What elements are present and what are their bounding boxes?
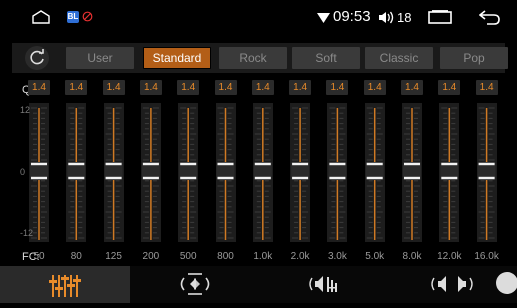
scale-top: 12 <box>20 105 31 115</box>
q-value[interactable]: 1.4 <box>139 80 162 95</box>
slider-track-bg[interactable] <box>402 103 422 242</box>
preset-pop-button[interactable]: Pop <box>440 47 508 69</box>
scale-mid: 0 <box>20 167 26 177</box>
slider-track-bg[interactable] <box>215 103 236 242</box>
tab-balance[interactable] <box>260 266 390 303</box>
frequency-label: 2.0k <box>290 251 310 262</box>
q-value[interactable]: 1.4 <box>326 80 349 95</box>
slider-track-bg[interactable] <box>476 103 497 242</box>
floating-home-button[interactable] <box>496 272 517 294</box>
frequency-label: 12.0k <box>437 251 462 262</box>
slider-track-bg[interactable] <box>103 103 124 242</box>
bottom-nav <box>0 266 517 303</box>
frequency-label: 200 <box>142 251 160 262</box>
wifi-icon <box>317 13 330 23</box>
equalizer-icon <box>49 275 81 297</box>
scale-bottom: -12 <box>20 228 34 238</box>
recent-apps-icon[interactable] <box>428 10 452 24</box>
q-value[interactable]: 1.4 <box>438 80 461 95</box>
frequency-label: 16.0k <box>474 251 499 262</box>
no-signal-icon <box>82 11 93 22</box>
clock: 09:53 <box>333 8 371 25</box>
preset-standard-button[interactable]: Standard <box>143 47 211 69</box>
slider-track-bg[interactable] <box>327 103 348 242</box>
q-value[interactable]: 1.4 <box>177 80 200 95</box>
speaker-balance-icon <box>309 276 337 292</box>
tab-surround[interactable] <box>130 266 260 303</box>
q-value[interactable]: 1.4 <box>251 80 274 95</box>
frequency-label: 80 <box>70 251 82 262</box>
q-value[interactable]: 1.4 <box>475 80 498 95</box>
surround-icon <box>180 273 210 295</box>
q-value[interactable]: 1.4 <box>65 80 88 95</box>
slider-track-bg[interactable] <box>29 103 49 242</box>
frequency-label: 1.0k <box>253 251 273 262</box>
home-icon[interactable] <box>32 10 50 24</box>
q-value[interactable]: 1.4 <box>102 80 125 95</box>
frequency-label: 8.0k <box>402 251 422 262</box>
preset-soft-button[interactable]: Soft <box>292 47 360 69</box>
frequency-label: 125 <box>105 251 122 262</box>
reset-button[interactable] <box>25 46 49 70</box>
frequency-label: 5.0k <box>365 251 385 262</box>
preset-classic-button[interactable]: Classic <box>365 47 433 69</box>
tab-equalizer[interactable] <box>0 266 130 303</box>
slider-track-bg[interactable] <box>364 103 385 242</box>
q-value[interactable]: 1.4 <box>289 80 312 95</box>
frequency-label: 3.0k <box>327 251 347 262</box>
back-icon[interactable] <box>479 9 501 25</box>
slider-track-bg[interactable] <box>252 103 273 242</box>
q-value[interactable]: 1.4 <box>401 80 423 95</box>
slider-track-bg[interactable] <box>66 103 87 242</box>
frequency-label: 50 <box>33 251 45 262</box>
loudness-icon <box>431 276 473 292</box>
app-badge-icon: BL <box>67 11 79 23</box>
slider-track-bg[interactable] <box>140 103 161 242</box>
frequency-label: 800 <box>217 251 234 262</box>
q-value[interactable]: 1.4 <box>363 80 386 95</box>
preset-bar: User Standard Rock Soft Classic Pop <box>12 43 508 73</box>
frequency-label: 500 <box>179 251 197 262</box>
slider-track-bg[interactable] <box>178 103 199 242</box>
q-value[interactable]: 1.4 <box>214 80 237 95</box>
slider-track-bg[interactable] <box>290 103 311 242</box>
refresh-icon <box>30 49 44 65</box>
volume-icon[interactable] <box>378 11 396 24</box>
slider-track-bg[interactable] <box>439 103 460 242</box>
status-bar: BL 09:53 18 <box>0 0 517 33</box>
preset-user-button[interactable]: User <box>66 47 134 69</box>
volume-level: 18 <box>397 10 412 25</box>
tab-loudness[interactable] <box>390 266 500 303</box>
preset-rock-button[interactable]: Rock <box>219 47 287 69</box>
q-value[interactable]: 1.4 <box>28 80 50 95</box>
